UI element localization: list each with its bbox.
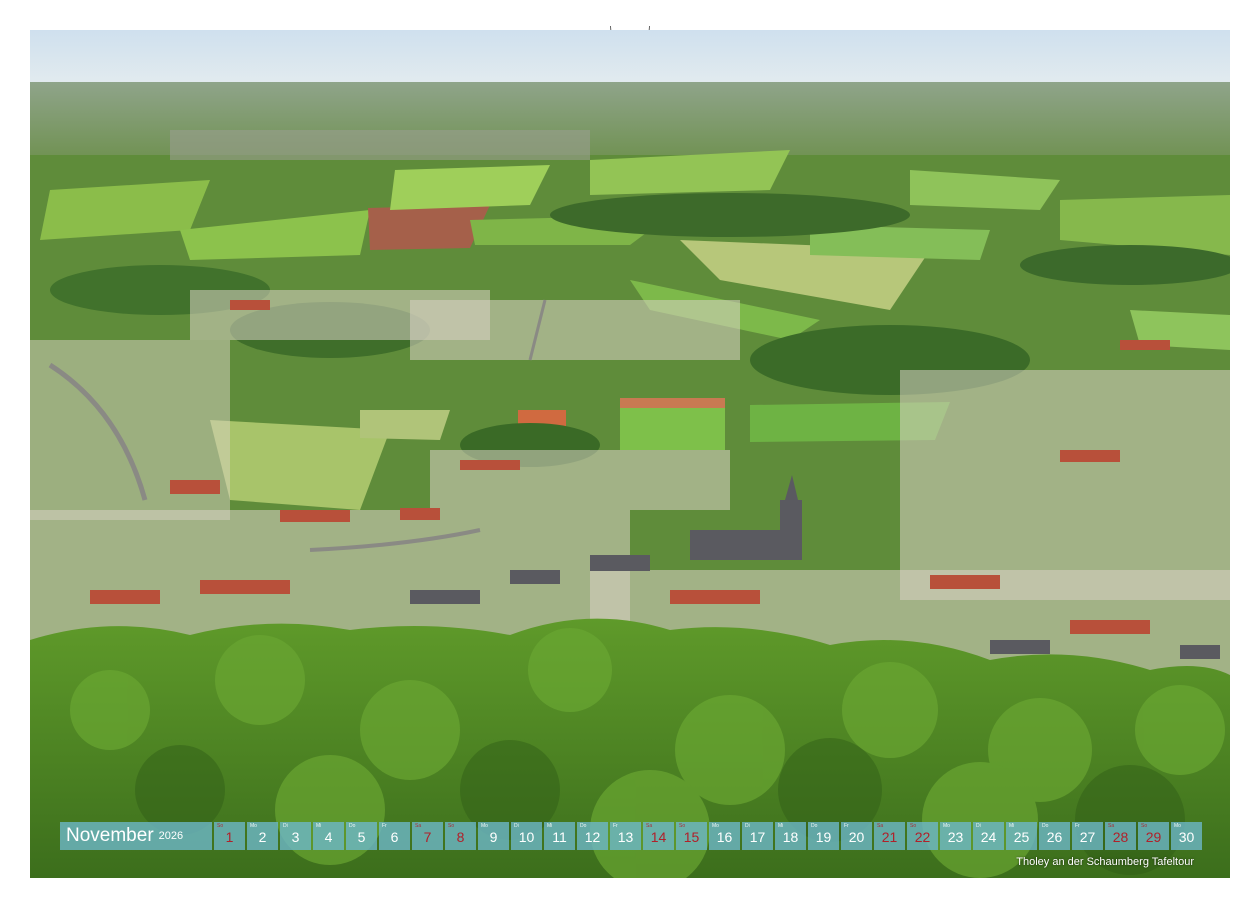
calendar-day: Mi 25 bbox=[1006, 822, 1037, 850]
calendar-day: So 1 bbox=[214, 822, 245, 850]
calendar-day: Do 12 bbox=[577, 822, 608, 850]
day-number: 8 bbox=[456, 829, 465, 845]
calendar-day: Di 24 bbox=[973, 822, 1004, 850]
day-number: 20 bbox=[848, 829, 865, 845]
day-number: 1 bbox=[225, 829, 234, 845]
day-number: 4 bbox=[324, 829, 333, 845]
month-name: November bbox=[66, 825, 154, 846]
day-number: 9 bbox=[489, 829, 498, 845]
day-number: 17 bbox=[749, 829, 766, 845]
calendar-day: Mo 16 bbox=[709, 822, 740, 850]
day-number: 6 bbox=[390, 829, 399, 845]
day-number: 23 bbox=[947, 829, 964, 845]
calendar-day: Mi 18 bbox=[775, 822, 806, 850]
day-number: 28 bbox=[1112, 829, 1129, 845]
day-number: 2 bbox=[258, 829, 267, 845]
month-label: November 2026 bbox=[60, 822, 212, 850]
calendar-day: Do 5 bbox=[346, 822, 377, 850]
calendar-day: Sa 21 bbox=[874, 822, 905, 850]
day-number: 16 bbox=[716, 829, 733, 845]
photo-caption: Tholey an der Schaumberg Tafeltour bbox=[1016, 856, 1194, 868]
calendar-day: Sa 28 bbox=[1105, 822, 1136, 850]
day-number: 25 bbox=[1013, 829, 1030, 845]
calendar-day: So 15 bbox=[676, 822, 707, 850]
calendar-day: Fr 13 bbox=[610, 822, 641, 850]
day-number: 22 bbox=[914, 829, 931, 845]
day-number: 27 bbox=[1079, 829, 1096, 845]
calendar-day: Fr 27 bbox=[1072, 822, 1103, 850]
day-number: 24 bbox=[980, 829, 997, 845]
calendar-day: Mi 11 bbox=[544, 822, 575, 850]
day-number: 29 bbox=[1145, 829, 1162, 845]
day-number: 7 bbox=[423, 829, 432, 845]
day-number: 18 bbox=[782, 829, 799, 845]
day-number: 10 bbox=[518, 829, 535, 845]
day-number: 11 bbox=[552, 829, 567, 845]
calendar-day: Mo 2 bbox=[247, 822, 278, 850]
month-year: 2026 bbox=[158, 830, 184, 842]
calendar-day: Di 3 bbox=[280, 822, 311, 850]
calendar-day: Di 17 bbox=[742, 822, 773, 850]
calendar-day: Do 19 bbox=[808, 822, 839, 850]
day-number: 3 bbox=[291, 829, 300, 845]
day-number: 30 bbox=[1178, 829, 1195, 845]
calendar-day: Mo 9 bbox=[478, 822, 509, 850]
village-landscape-illustration bbox=[30, 30, 1230, 878]
landscape-photo bbox=[30, 30, 1230, 878]
calendar-day: Di 10 bbox=[511, 822, 542, 850]
calendar-day: Mo 23 bbox=[940, 822, 971, 850]
calendar-day: Mo 30 bbox=[1171, 822, 1202, 850]
calendar-day: So 29 bbox=[1138, 822, 1169, 850]
calendar-day: Mi 4 bbox=[313, 822, 344, 850]
day-number: 13 bbox=[617, 829, 634, 845]
calendar-day: Fr 20 bbox=[841, 822, 872, 850]
calendar-day: So 22 bbox=[907, 822, 938, 850]
calendar-bar: November 2026 So 1 Mo 2 Di 3 Mi 4 Do 5 Fr 6 Sa 7 So 8 Mo… bbox=[60, 822, 1202, 850]
day-number: 5 bbox=[357, 829, 366, 845]
day-number: 14 bbox=[650, 829, 667, 845]
day-number: 12 bbox=[584, 829, 601, 845]
calendar-day: So 8 bbox=[445, 822, 476, 850]
day-number: 15 bbox=[683, 829, 700, 845]
calendar-day: Sa 7 bbox=[412, 822, 443, 850]
calendar-day: Do 26 bbox=[1039, 822, 1070, 850]
calendar-day: Fr 6 bbox=[379, 822, 410, 850]
day-number: 19 bbox=[815, 829, 832, 845]
day-number: 26 bbox=[1046, 829, 1063, 845]
calendar-day: Sa 14 bbox=[643, 822, 674, 850]
day-number: 21 bbox=[881, 829, 898, 845]
